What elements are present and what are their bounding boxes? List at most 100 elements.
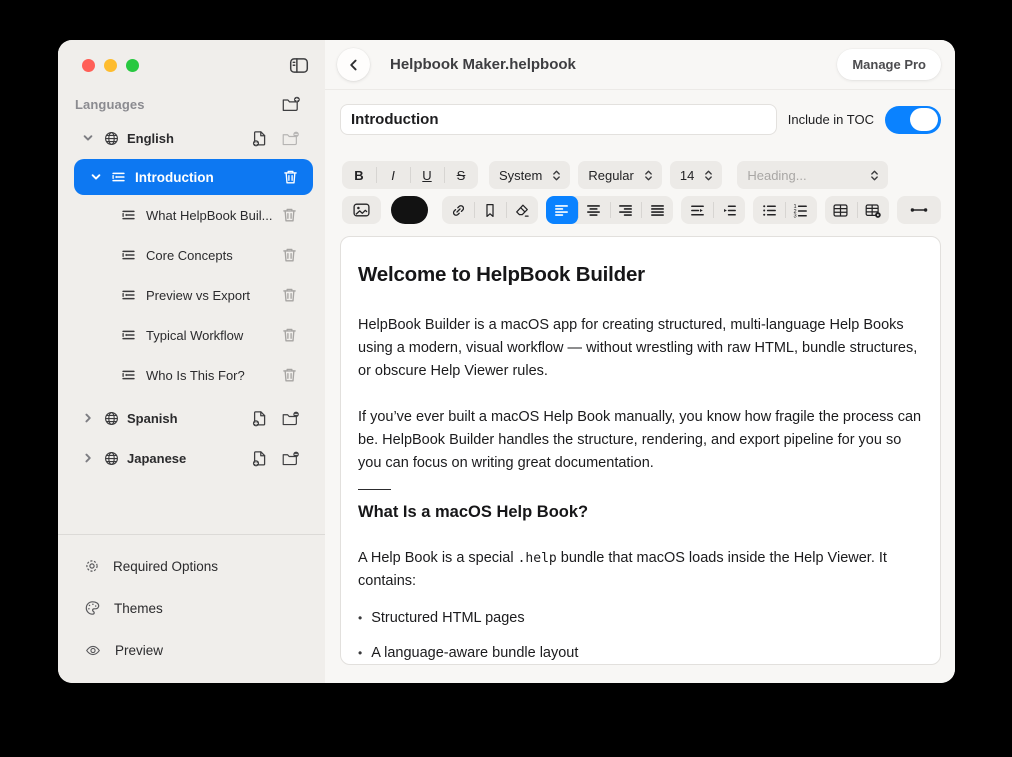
add-page-icon[interactable] — [251, 450, 268, 467]
sidebar-item-english[interactable]: English — [58, 121, 325, 155]
rich-text-editor[interactable]: Welcome to HelpBook Builder HelpBook Bui… — [340, 236, 941, 665]
footer-item-label: Required Options — [113, 558, 219, 574]
sidebar-item-themes[interactable]: Themes — [58, 587, 325, 629]
languages-section-header: Languages — [58, 93, 325, 115]
heading-select[interactable]: Heading... — [737, 161, 889, 189]
paragraph-text: A Help Book is a special — [358, 550, 518, 566]
include-in-toc-label: Include in TOC — [787, 112, 874, 127]
sidebar-item-what-helpbook[interactable]: What HelpBook Buil... — [58, 195, 325, 235]
zoom-window-button[interactable] — [126, 58, 139, 72]
manage-pro-button[interactable]: Manage Pro — [837, 49, 941, 80]
page-icon — [120, 247, 137, 263]
indent-icon[interactable] — [713, 196, 745, 224]
align-justify-icon[interactable] — [641, 196, 673, 224]
minimize-window-button[interactable] — [104, 58, 117, 72]
font-size-value: 14 — [679, 167, 695, 183]
chevron-down-icon[interactable] — [90, 171, 106, 183]
sidebar-item-core-concepts[interactable]: Core Concepts — [58, 235, 325, 275]
horizontal-rule-button[interactable] — [896, 196, 941, 224]
delete-page-icon[interactable] — [282, 168, 299, 186]
gear-icon — [84, 558, 100, 574]
page-title-input[interactable] — [340, 104, 777, 135]
outdent-icon[interactable] — [681, 196, 713, 224]
inline-code: .help — [517, 551, 557, 566]
bullet-list-icon[interactable] — [753, 196, 785, 224]
chevron-right-icon[interactable] — [82, 412, 98, 424]
bullet-text: A language-aware bundle layout — [371, 645, 579, 661]
align-center-icon[interactable] — [577, 196, 610, 224]
font-family-value: System — [499, 167, 543, 183]
delete-page-icon[interactable] — [281, 366, 298, 384]
format-toolbar-row-2: 123 — [342, 196, 941, 224]
text-color-swatch[interactable] — [390, 196, 429, 224]
chevron-up-down-icon — [704, 169, 713, 182]
align-right-icon[interactable] — [609, 196, 642, 224]
page-label: Preview vs Export — [146, 287, 251, 303]
languages-label: Languages — [75, 96, 145, 112]
table-icon[interactable] — [825, 196, 857, 224]
toggle-sidebar-icon[interactable] — [289, 57, 309, 74]
eraser-icon[interactable] — [506, 196, 538, 224]
desktop: { "window": { "doc_title": "Helpbook Mak… — [0, 0, 1012, 757]
delete-page-icon[interactable] — [281, 246, 298, 264]
sidebar-item-spanish[interactable]: Spanish — [58, 401, 325, 435]
font-size-select[interactable]: 14 — [669, 161, 723, 189]
delete-page-icon[interactable] — [281, 326, 298, 344]
bold-button[interactable]: B — [342, 161, 376, 189]
close-window-button[interactable] — [82, 58, 95, 72]
chevron-up-down-icon — [644, 169, 653, 182]
format-toolbar-row-1: B I U S System Regular 14 Heading... — [342, 161, 941, 189]
delete-page-icon[interactable] — [281, 206, 298, 224]
document-bullet-list: • Structured HTML pages • A language-aware… — [358, 607, 923, 664]
sidebar-item-preview[interactable]: Preview — [58, 629, 325, 671]
remove-language-folder-icon — [281, 130, 300, 147]
add-language-folder-icon[interactable] — [281, 95, 301, 113]
strikethrough-button[interactable]: S — [444, 161, 478, 189]
link-icon[interactable] — [442, 196, 474, 224]
insert-image-button[interactable] — [342, 196, 381, 224]
bookmark-icon[interactable] — [474, 196, 506, 224]
back-button[interactable] — [337, 48, 370, 81]
sidebar-item-who-is-this-for[interactable]: Who Is This For? — [58, 355, 325, 395]
sidebar-item-japanese[interactable]: Japanese — [58, 441, 325, 475]
page-icon — [120, 327, 137, 343]
list-item: • Structured HTML pages — [358, 607, 923, 629]
table-options-icon[interactable] — [856, 196, 889, 224]
delete-page-icon[interactable] — [281, 286, 298, 304]
add-page-icon[interactable] — [251, 130, 268, 147]
globe-icon — [104, 131, 119, 146]
font-family-select[interactable]: System — [489, 161, 571, 189]
include-in-toc-toggle[interactable] — [885, 105, 941, 134]
align-left-icon[interactable] — [545, 196, 578, 224]
eye-icon — [84, 643, 102, 658]
underline-button[interactable]: U — [410, 161, 444, 189]
remove-language-folder-icon[interactable] — [281, 450, 300, 467]
bullet-dot: • — [358, 646, 363, 660]
add-page-icon[interactable] — [251, 410, 268, 427]
chevron-down-icon[interactable] — [82, 132, 98, 144]
italic-button[interactable]: I — [376, 161, 410, 189]
language-label: Japanese — [127, 450, 187, 466]
chevron-right-icon[interactable] — [82, 452, 98, 464]
sidebar-item-required-options[interactable]: Required Options — [58, 545, 325, 587]
remove-language-folder-icon[interactable] — [281, 410, 300, 427]
list-segment: 123 — [753, 196, 817, 224]
sidebar-item-preview-vs-export[interactable]: Preview vs Export — [58, 275, 325, 315]
horizontal-rule-icon — [908, 201, 930, 219]
page-label: Introduction — [135, 169, 214, 185]
toggle-knob — [910, 108, 938, 131]
heading-placeholder: Heading... — [747, 167, 807, 183]
svg-text:3: 3 — [794, 213, 797, 218]
sidebar-item-introduction[interactable]: Introduction — [74, 159, 313, 195]
numbered-list-icon[interactable]: 123 — [784, 196, 817, 224]
sidebar: Languages English Introduction What Help… — [58, 40, 325, 683]
app-window: Languages English Introduction What Help… — [58, 40, 955, 683]
document-paragraph: HelpBook Builder is a macOS app for crea… — [358, 317, 918, 379]
font-weight-select[interactable]: Regular — [578, 161, 662, 189]
footer-item-label: Themes — [114, 600, 163, 616]
bullet-text: Structured HTML pages — [371, 610, 525, 626]
document-heading-1: Welcome to HelpBook Builder — [358, 263, 645, 286]
document-paragraph: A Help Book is a special .help bundle th… — [358, 547, 923, 593]
sidebar-item-typical-workflow[interactable]: Typical Workflow — [58, 315, 325, 355]
page-icon — [110, 169, 127, 185]
